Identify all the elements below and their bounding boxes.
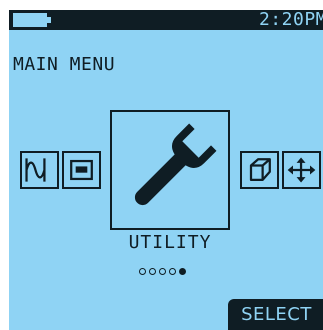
menu-item-cube[interactable]: [240, 151, 279, 189]
display-icon: [70, 159, 93, 181]
menu-item-utility[interactable]: [110, 110, 230, 230]
selected-item-label: UTILITY: [128, 232, 212, 253]
menu-item-arrows[interactable]: [282, 151, 321, 189]
menu-item-waveform[interactable]: [20, 151, 59, 189]
page-indicator: [139, 268, 186, 278]
status-bar: 2:20PM: [9, 10, 323, 30]
cube-icon: [249, 158, 271, 181]
menu-item-display[interactable]: [62, 151, 101, 189]
page-dot: [169, 268, 176, 275]
select-button[interactable]: SELECT: [228, 299, 323, 330]
clock: 2:20PM: [258, 10, 323, 30]
page-dot: [159, 268, 166, 275]
page-dot-active: [179, 268, 186, 275]
wrench-icon: [134, 123, 217, 206]
page-dot: [149, 268, 156, 275]
page-dot: [139, 268, 146, 275]
page-title: MAIN MENU: [13, 54, 116, 75]
device-screen: 2:20PM MAIN MENU UTILITY SELECT: [9, 10, 323, 330]
arrows-icon: [287, 157, 316, 183]
battery-icon: [13, 13, 52, 27]
waveform-icon: [25, 158, 46, 182]
